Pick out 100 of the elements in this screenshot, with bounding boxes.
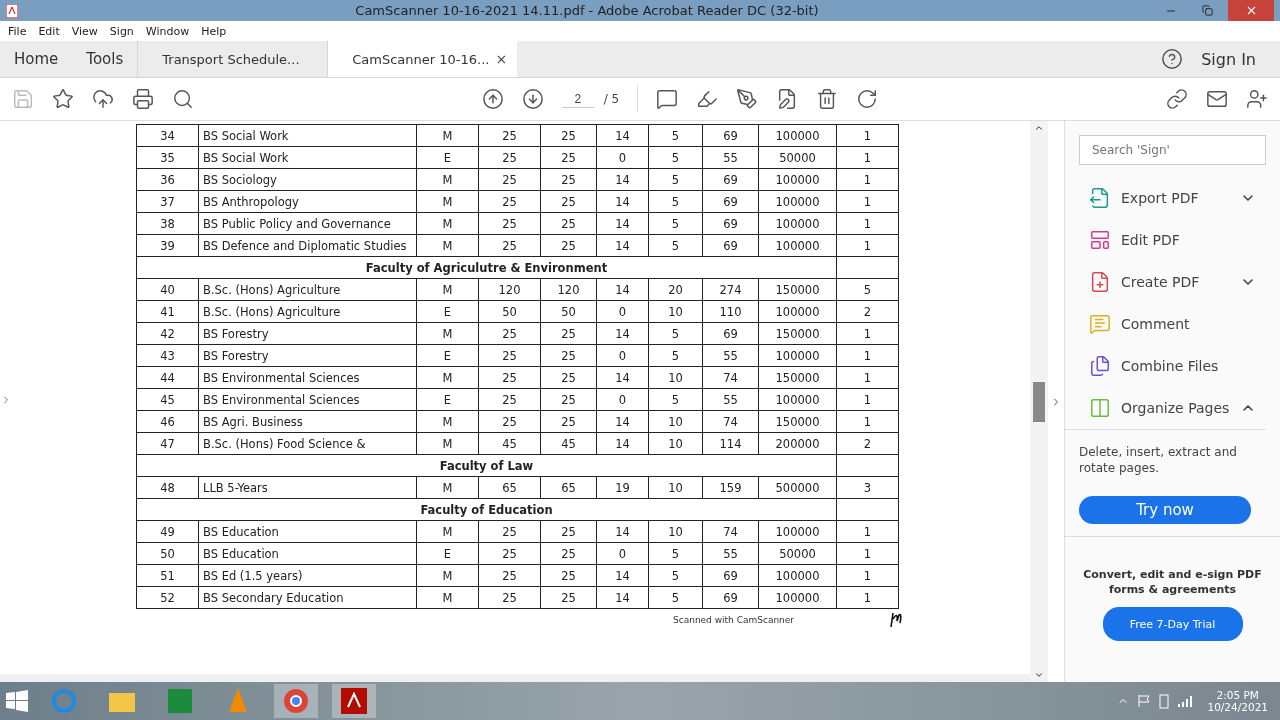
table-cell: 25 (541, 191, 597, 213)
table-cell: 41 (137, 301, 199, 323)
scroll-down-icon[interactable] (1034, 670, 1044, 680)
start-icon[interactable] (6, 690, 28, 712)
trash-icon[interactable] (816, 88, 839, 110)
table-cell: 1 (837, 367, 899, 389)
link-icon[interactable] (1166, 88, 1188, 110)
highlighter-icon[interactable] (696, 88, 719, 110)
document-tab[interactable]: CamScanner 10-16... × (327, 41, 518, 77)
tool-item[interactable]: Create PDF (1079, 261, 1280, 303)
star-icon[interactable] (52, 88, 74, 110)
add-user-icon[interactable] (1246, 88, 1268, 110)
table-cell: 5 (649, 345, 703, 367)
flag-icon[interactable] (1137, 694, 1152, 708)
rotate-icon[interactable] (856, 88, 879, 110)
table-cell: 46 (137, 411, 199, 433)
table-cell: BS Social Work (199, 125, 417, 147)
table-cell: BS Forestry (199, 345, 417, 367)
table-cell: 0 (597, 543, 649, 565)
vertical-scrollbar[interactable] (1030, 121, 1048, 682)
table-cell: 25 (541, 323, 597, 345)
table-cell: E (417, 543, 479, 565)
tool-item[interactable]: Comment (1079, 303, 1280, 345)
table-cell: 5 (649, 169, 703, 191)
table-cell: 100000 (759, 213, 837, 235)
table-cell: 1 (837, 235, 899, 257)
table-cell: 5 (649, 125, 703, 147)
signal-icon[interactable] (1177, 695, 1194, 707)
tab-label[interactable]: Transport Schedule... (162, 51, 300, 67)
table-cell: BS Social Work (199, 147, 417, 169)
menu-item[interactable]: Edit (32, 24, 66, 38)
table-cell: 10 (649, 411, 703, 433)
table-cell: 150000 (759, 411, 837, 433)
table-cell: 100000 (759, 565, 837, 587)
table-cell: BS Defence and Diplomatic Studies (199, 235, 417, 257)
table-cell: 14 (597, 367, 649, 389)
next-page-icon[interactable] (521, 88, 544, 110)
table-cell: 74 (703, 367, 759, 389)
table-cell: M (417, 279, 479, 301)
table-cell: 5 (649, 543, 703, 565)
table-cell: 25 (541, 565, 597, 587)
table-cell: BS Environmental Sciences (199, 367, 417, 389)
table-cell: 1 (837, 389, 899, 411)
mail-icon[interactable] (1206, 88, 1228, 110)
table-cell: E (417, 147, 479, 169)
table-cell: 1 (837, 323, 899, 345)
tool-item[interactable]: Organize Pages (1079, 387, 1280, 429)
table-cell: 150000 (759, 323, 837, 345)
table-cell: 25 (479, 521, 541, 543)
table-cell: 100000 (759, 521, 837, 543)
table-cell: 5 (649, 147, 703, 169)
menu-item[interactable]: Sign (103, 24, 140, 38)
table-cell: BS Education (199, 543, 417, 565)
sign-in-button[interactable]: Sign In (1183, 49, 1280, 69)
search-icon[interactable] (172, 88, 194, 110)
pdf-app-icon[interactable] (341, 688, 367, 714)
nav-tab[interactable]: Tools (72, 41, 138, 77)
restore-icon[interactable] (1201, 5, 1213, 16)
table-cell: 69 (703, 169, 759, 191)
menu-item[interactable]: View (65, 24, 104, 38)
previous-page-icon[interactable] (481, 88, 504, 110)
comment-icon[interactable] (656, 88, 679, 110)
menu-item[interactable]: Window (139, 24, 196, 38)
tool-item[interactable]: Edit PDF (1079, 219, 1280, 261)
table-cell: 69 (703, 125, 759, 147)
table-cell: 14 (597, 279, 649, 301)
table-cell: 25 (541, 213, 597, 235)
table-cell: 19 (597, 477, 649, 499)
table-cell: 65 (541, 477, 597, 499)
print-icon[interactable] (132, 88, 154, 110)
table-cell: 69 (703, 191, 759, 213)
table-cell: 159 (703, 477, 759, 499)
table-cell: B.Sc. (Hons) Food Science & (199, 433, 417, 455)
cloud-upload-icon[interactable] (92, 88, 114, 110)
scroll-up-icon[interactable] (1034, 123, 1044, 133)
tab-label[interactable]: CamScanner 10-16... (352, 51, 490, 67)
table-cell: 50 (479, 301, 541, 323)
menu-item[interactable]: Help (195, 24, 233, 38)
table-cell: 1 (837, 125, 899, 147)
table-cell: 5 (837, 279, 899, 301)
table-cell: 25 (479, 543, 541, 565)
clock[interactable]: 2:05 PM 10/24/2021 (1201, 689, 1274, 713)
table-cell: M (417, 169, 479, 191)
search-field[interactable]: Search 'Sign' (1079, 135, 1266, 165)
tool-item[interactable]: Export PDF (1079, 177, 1280, 219)
scroll-thumb[interactable] (1033, 381, 1045, 422)
table-cell: 0 (597, 389, 649, 411)
horizontal-scrollbar[interactable] (0, 674, 1030, 682)
tab-close-button[interactable]: × (495, 51, 508, 67)
menu-item[interactable]: File (2, 24, 33, 38)
table-cell: 1 (837, 565, 899, 587)
pen-icon[interactable] (736, 88, 759, 110)
tool-item[interactable]: Combine Files (1079, 345, 1280, 387)
table-cell: 25 (541, 587, 597, 609)
nav-tab[interactable]: Home (0, 41, 73, 77)
free-trial-button[interactable]: Free 7-Day Trial (1102, 607, 1243, 641)
help-icon[interactable] (1161, 48, 1184, 70)
try-now-button[interactable]: Try now (1079, 496, 1251, 524)
table-cell: BS Anthropology (199, 191, 417, 213)
table-cell: 25 (479, 587, 541, 609)
